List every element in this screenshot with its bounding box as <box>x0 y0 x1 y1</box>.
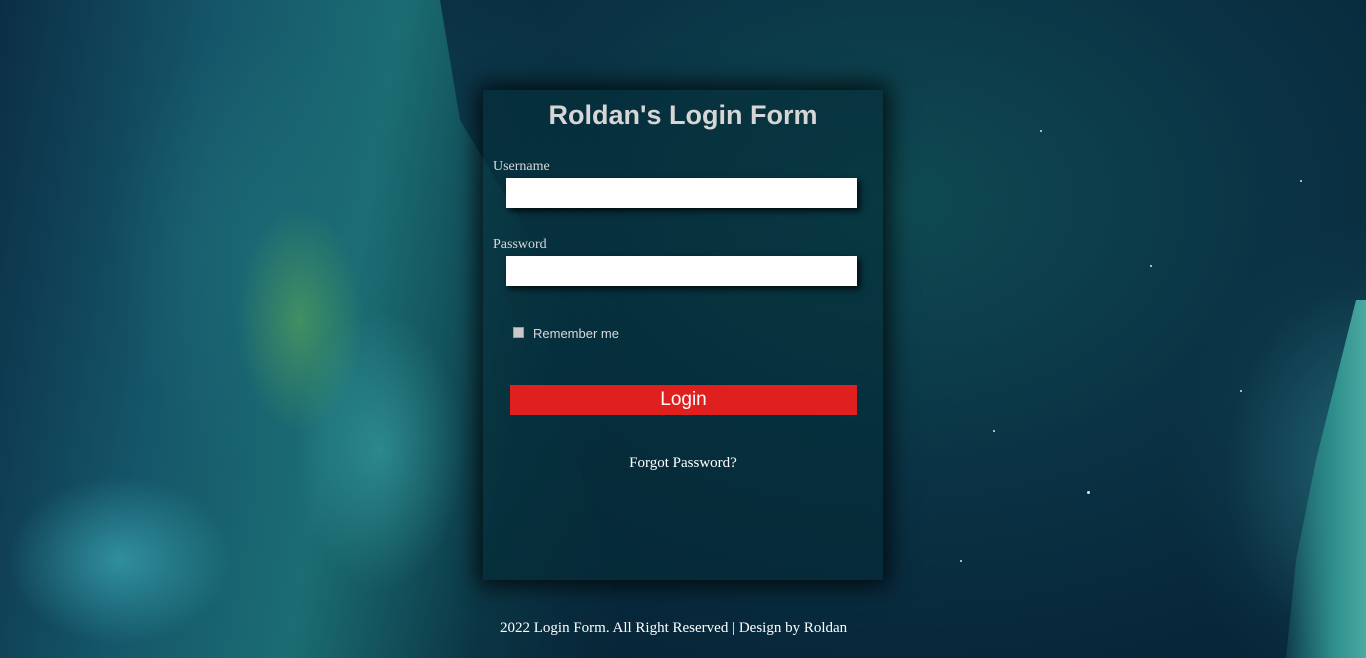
password-input[interactable] <box>506 256 857 286</box>
background-star <box>1240 390 1242 392</box>
remember-me-row[interactable]: Remember me <box>513 326 619 341</box>
login-card: Roldan's Login Form Username Password Re… <box>483 90 883 580</box>
remember-me-label: Remember me <box>533 326 619 341</box>
background-star <box>1087 491 1090 494</box>
password-label: Password <box>493 237 547 252</box>
background-star <box>960 560 962 562</box>
username-input[interactable] <box>506 178 857 208</box>
form-title: Roldan's Login Form <box>548 100 818 130</box>
background-star <box>1300 180 1302 182</box>
login-button[interactable]: Login <box>510 385 857 415</box>
background-star <box>1150 265 1152 267</box>
footer-text: 2022 Login Form. All Right Reserved | De… <box>500 620 848 636</box>
background-rock-right <box>1286 300 1366 658</box>
forgot-password-link[interactable]: Forgot Password? <box>483 455 883 472</box>
background-star <box>993 430 995 432</box>
username-label: Username <box>493 159 550 174</box>
background-star <box>1040 130 1042 132</box>
remember-me-checkbox[interactable] <box>513 326 524 338</box>
